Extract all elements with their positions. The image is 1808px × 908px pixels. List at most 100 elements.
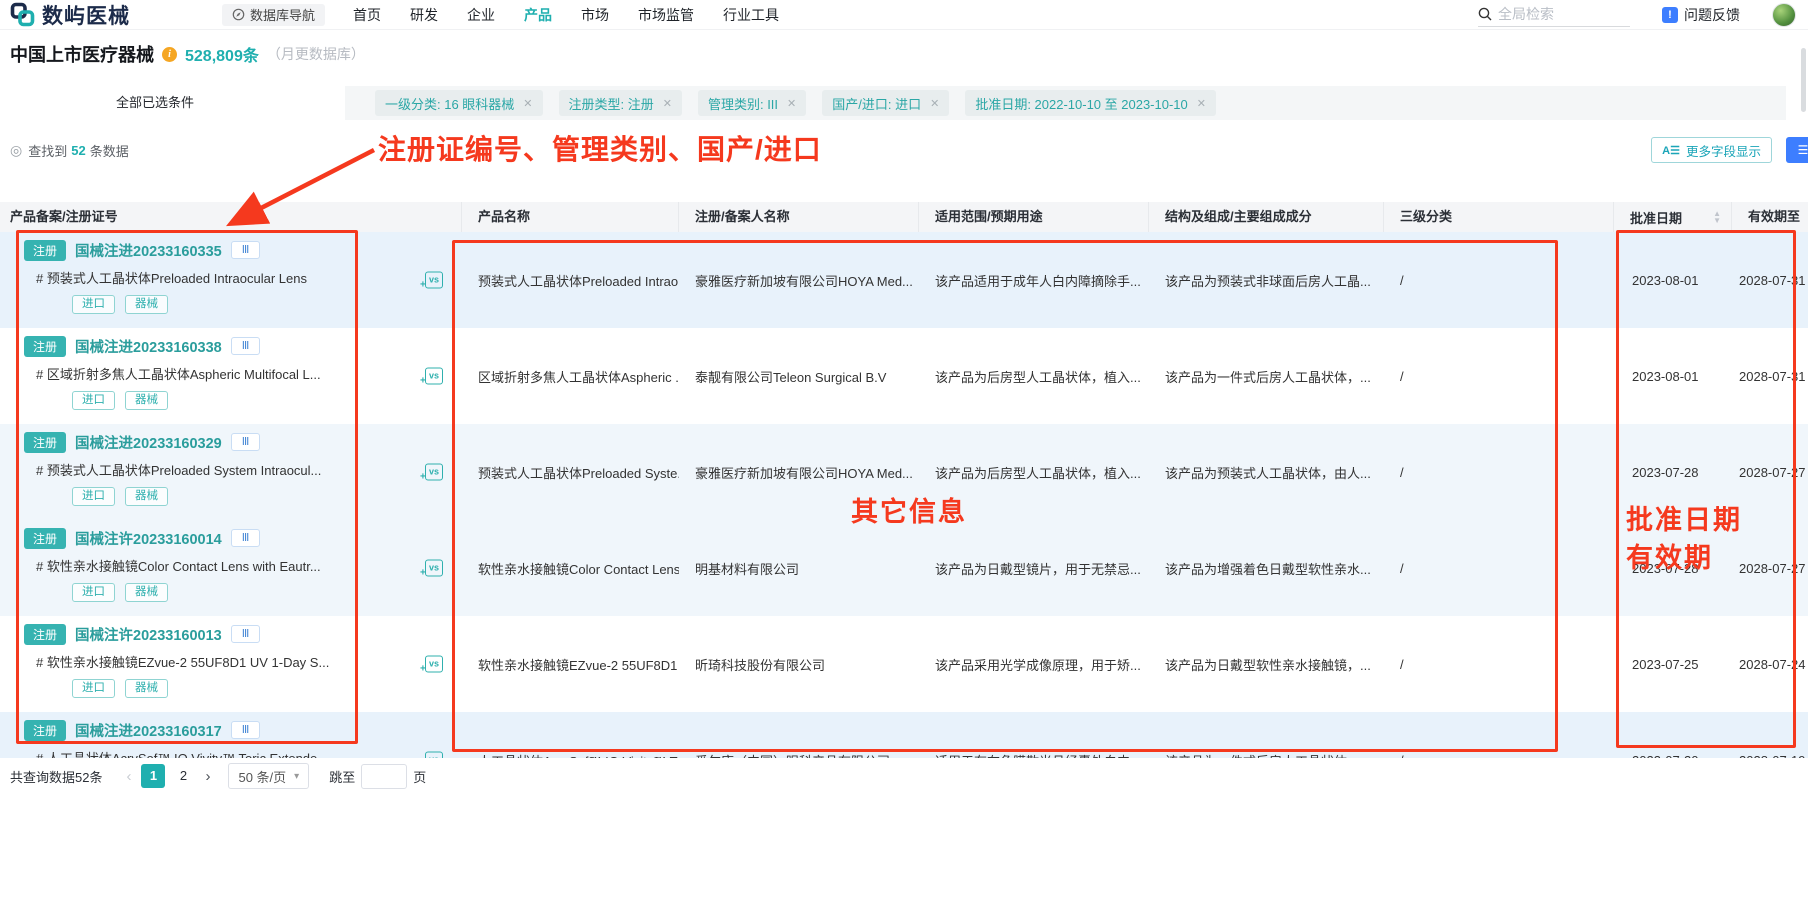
company-cell: 豪雅医疗新加坡有限公司HOYA Med... [679,463,919,482]
nav-item-0[interactable]: 首页 [353,5,381,25]
reg-number-link[interactable]: 国械注进20233160317 [75,720,222,741]
scope-cell: 该产品为日戴型镜片，用于无禁忌... [919,559,1149,578]
jump-page-input[interactable] [361,764,407,789]
company-cell: 爱尔康（中国）眼科产品有限公司 [679,751,919,759]
class-badge: Ⅲ [231,625,261,643]
filter-label: 全部已选条件 [22,86,345,120]
scope-cell: 该产品为后房型人工晶状体，植入... [919,367,1149,386]
structure-cell: 该产品为一件式后房人工晶状体，... [1149,367,1384,386]
company-cell: 明基材料有限公司 [679,559,919,578]
reg-number-link[interactable]: 国械注进20233160338 [75,336,222,357]
expiry-date-cell: 2028-07-19 [1732,753,1808,759]
registration-cell: 注册 国械注许20233160013 Ⅲ # 软性亲水接触镜EZvue-2 55… [0,616,462,712]
structure-cell: 该产品为预装式人工晶状体，由人... [1149,463,1384,482]
reg-number-link[interactable]: 国械注许20233160013 [75,624,222,645]
page-number-1[interactable]: 1 [141,764,165,788]
category-cell: / [1384,273,1614,288]
scrollbar-thumb[interactable] [1801,48,1806,112]
reg-number-link[interactable]: 国械注进20233160335 [75,240,222,261]
table-row[interactable]: 注册 国械注进20233160338 Ⅲ # 区域折射多焦人工晶状体Aspher… [0,328,1808,424]
result-row: ◎ 查找到 52 条数据 A☰ 更多字段显示 ☰ [0,136,1808,164]
close-icon[interactable]: ✕ [523,97,532,110]
close-icon[interactable]: ✕ [930,97,939,110]
info-icon[interactable]: i [162,47,177,62]
nav-item-6[interactable]: 行业工具 [723,5,779,25]
reg-number-link[interactable]: 国械注进20233160329 [75,432,222,453]
data-table: 产品备案/注册证号产品名称注册/备案人名称适用范围/预期用途结构及组成/主要组成… [0,202,1808,758]
pagination: 共查询数据52条 ‹ 1 2 › 50 条/页 ▾ 跳至 页 [0,758,1808,794]
attr-tag: 器械 [125,679,168,698]
search-input[interactable] [1498,6,1618,22]
col-header-5: 三级分类 [1384,202,1614,232]
product-name-cell: 软性亲水接触镜Color Contact Lens ... [462,559,679,578]
reg-number-link[interactable]: 国械注许20233160014 [75,528,222,549]
page-number-2[interactable]: 2 [171,764,195,788]
caret-down-icon: ▾ [294,771,299,782]
db-nav-button[interactable]: 数据库导航 [222,4,325,26]
avatar[interactable] [1772,3,1796,27]
nav-item-4[interactable]: 市场 [581,5,609,25]
page-size-select[interactable]: 50 条/页 ▾ [228,763,309,789]
filter-chip-2[interactable]: 管理类别: III✕ [698,90,806,116]
table-row[interactable]: 注册 国械注许20233160013 Ⅲ # 软性亲水接触镜EZvue-2 55… [0,616,1808,712]
table-row[interactable]: 注册 国械注许20233160014 Ⅲ # 软性亲水接触镜Color Cont… [0,520,1808,616]
nav-item-2[interactable]: 企业 [467,5,495,25]
chevron-left-icon[interactable]: ‹ [122,768,135,785]
nav-item-3[interactable]: 产品 [524,5,552,25]
brand[interactable]: 数屿医械 [10,0,130,30]
class-badge: Ⅲ [231,529,261,547]
table-row[interactable]: 注册 国械注进20233160329 Ⅲ # 预装式人工晶状体Preloaded… [0,424,1808,520]
more-fields-button[interactable]: A☰ 更多字段显示 [1651,137,1772,163]
product-name-cell: 预装式人工晶状体Preloaded Intrao... [462,271,679,290]
compare-icon[interactable]: vs+ [425,368,443,385]
global-search[interactable] [1478,3,1630,27]
product-alias: # 预装式人工晶状体Preloaded System Intraocul... [36,460,352,479]
close-icon[interactable]: ✕ [663,97,672,110]
filter-chip-0[interactable]: 一级分类: 16 眼科器械✕ [375,90,543,116]
product-alias: # 预装式人工晶状体Preloaded Intraocular Lens [36,268,352,287]
product-name-cell: 区域折射多焦人工晶状体Aspheric ... [462,367,679,386]
table-row[interactable]: 注册 国械注进20233160317 Ⅲ # 人工晶状体AcrySof™ IQ … [0,712,1808,758]
structure-cell: 该产品为增强着色日戴型软性亲水... [1149,559,1384,578]
nav-right: ! 问题反馈 [1478,3,1798,27]
company-cell: 昕琦科技股份有限公司 [679,655,919,674]
sort-icon[interactable]: ▲▼ [1713,210,1721,224]
filter-chip-4[interactable]: 批准日期: 2022-10-10 至 2023-10-10✕ [965,90,1216,116]
brand-name: 数屿医械 [42,0,130,30]
result-count: 52 [71,143,85,158]
registration-cell: 注册 国械注许20233160014 Ⅲ # 软性亲水接触镜Color Cont… [0,520,462,616]
scope-cell: 该产品适用于成年人白内障摘除手... [919,271,1149,290]
result-count-icon: ◎ [10,142,22,159]
export-button-clipped[interactable]: ☰ [1786,137,1808,163]
close-icon[interactable]: ✕ [787,97,796,110]
attr-tag: 器械 [125,391,168,410]
category-cell: / [1384,561,1614,576]
feedback-button[interactable]: ! 问题反馈 [1662,5,1740,25]
table-header: 产品备案/注册证号产品名称注册/备案人名称适用范围/预期用途结构及组成/主要组成… [0,202,1808,232]
compare-icon[interactable]: vs+ [425,560,443,577]
registration-cell: 注册 国械注进20233160335 Ⅲ # 预装式人工晶状体Preloaded… [0,232,462,328]
result-prefix: 查找到 [28,141,67,160]
expiry-date-cell: 2028-07-31 [1732,273,1808,288]
filter-strip: 全部已选条件 一级分类: 16 眼科器械✕ 注册类型: 注册✕ 管理类别: III✕… [22,86,1786,120]
col-header-6[interactable]: 批准日期▲▼ [1614,202,1732,232]
compare-icon[interactable]: vs+ [425,752,443,759]
chevron-right-icon[interactable]: › [201,768,214,785]
jump-suffix: 页 [413,767,426,786]
close-icon[interactable]: ✕ [1197,97,1206,110]
nav-item-5[interactable]: 市场监管 [638,5,694,25]
nav-item-1[interactable]: 研发 [410,5,438,25]
compare-icon[interactable]: vs+ [425,656,443,673]
filter-chip-1[interactable]: 注册类型: 注册✕ [559,90,682,116]
filter-chips: 一级分类: 16 眼科器械✕ 注册类型: 注册✕ 管理类别: III✕ 国产/进口: … [345,86,1786,120]
compare-icon[interactable]: vs+ [425,272,443,289]
table-row[interactable]: 注册 国械注进20233160335 Ⅲ # 预装式人工晶状体Preloaded… [0,232,1808,328]
class-badge: Ⅲ [231,721,261,739]
attr-tag: 进口 [72,391,115,410]
col-header-7: 有效期至 [1732,202,1808,232]
logo-icon [10,2,35,27]
compare-icon[interactable]: vs+ [425,464,443,481]
attr-tag: 器械 [125,583,168,602]
registration-cell: 注册 国械注进20233160338 Ⅲ # 区域折射多焦人工晶状体Aspher… [0,328,462,424]
filter-chip-3[interactable]: 国产/进口: 进口✕ [822,90,949,116]
